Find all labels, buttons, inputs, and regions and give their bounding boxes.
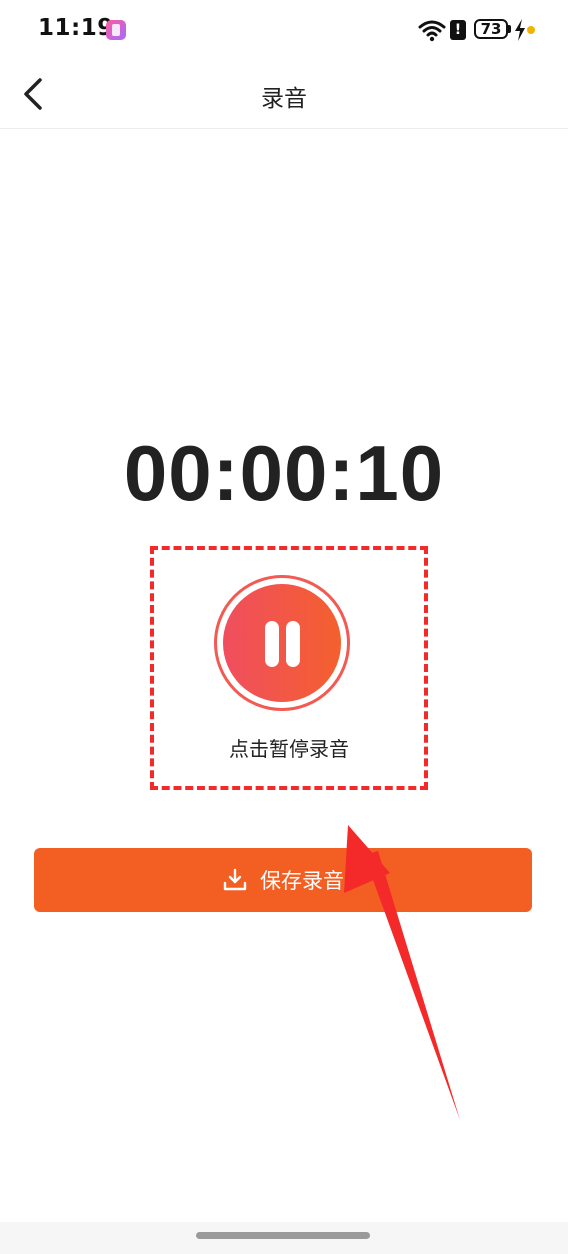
recording-timer: 00:00:10: [123, 429, 445, 517]
annotation-arrow: [344, 825, 460, 1120]
charging-icon: [515, 19, 525, 41]
home-indicator[interactable]: [196, 1232, 370, 1239]
nav-bar: 录音: [0, 62, 568, 129]
status-bar: 11:19 ! 73: [0, 0, 568, 62]
battery-level: 73: [480, 20, 502, 38]
alert-icon: !: [450, 20, 466, 40]
pause-bar-left: [265, 621, 279, 667]
notification-dot: [527, 26, 535, 34]
battery-tip: [508, 25, 511, 33]
pause-icon: [223, 584, 341, 702]
pause-recording-button[interactable]: [214, 575, 350, 711]
app-notification-icon: [106, 20, 126, 40]
wifi-icon: [418, 20, 446, 42]
pause-bar-right: [286, 621, 300, 667]
pause-hint-label: 点击暂停录音: [229, 737, 349, 761]
battery-icon: 73: [474, 19, 508, 39]
download-icon: [223, 868, 247, 891]
status-time: 11:19: [38, 15, 114, 41]
page-title: 录音: [261, 86, 307, 112]
